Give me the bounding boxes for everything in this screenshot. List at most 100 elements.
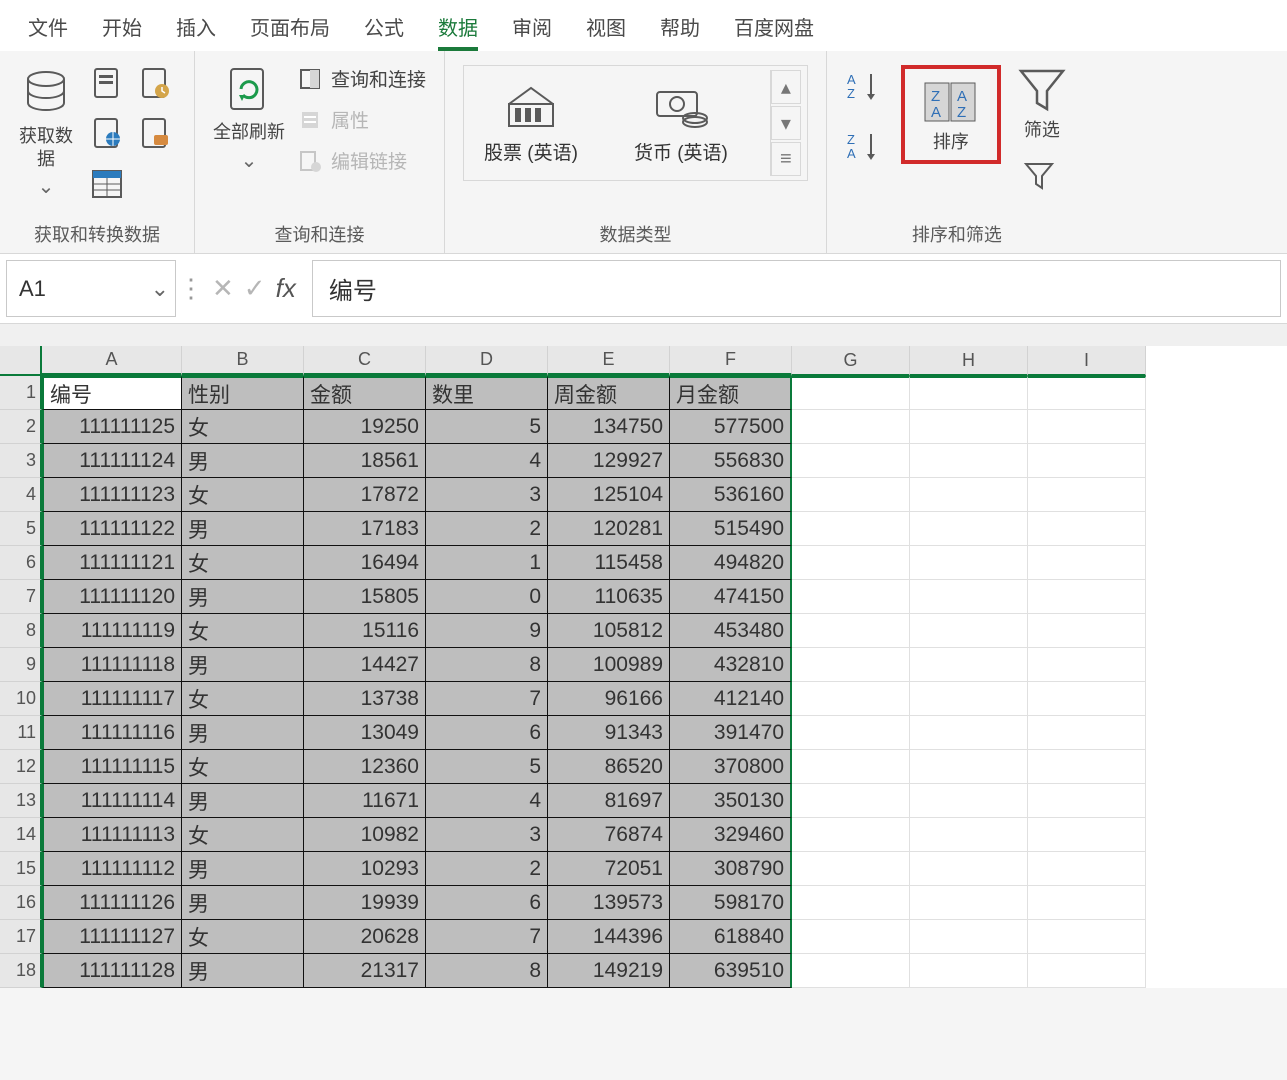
cell-F3[interactable]: 556830 [670, 444, 792, 478]
cell-I11[interactable] [1028, 716, 1146, 750]
cell-H10[interactable] [910, 682, 1028, 716]
filter-button[interactable]: 筛选 [1015, 65, 1069, 142]
cell-F16[interactable]: 598170 [670, 886, 792, 920]
cell-I16[interactable] [1028, 886, 1146, 920]
cell-D4[interactable]: 3 [426, 478, 548, 512]
col-header-G[interactable]: G [792, 346, 910, 376]
cell-H17[interactable] [910, 920, 1028, 954]
from-text-icon[interactable] [88, 65, 126, 103]
cell-I3[interactable] [1028, 444, 1146, 478]
cell-B14[interactable]: 女 [182, 818, 304, 852]
row-header-1[interactable]: 1 [0, 376, 42, 410]
row-header-8[interactable]: 8 [0, 614, 42, 648]
cell-H16[interactable] [910, 886, 1028, 920]
formula-input[interactable]: 编号 [312, 260, 1281, 317]
cell-H13[interactable] [910, 784, 1028, 818]
row-header-4[interactable]: 4 [0, 478, 42, 512]
cell-A13[interactable]: 111111114 [42, 784, 182, 818]
sort-dialog-button[interactable]: ZAAZ 排序 [901, 65, 1001, 164]
menu-开始[interactable]: 开始 [102, 12, 142, 41]
cell-G14[interactable] [792, 818, 910, 852]
cell-E4[interactable]: 125104 [548, 478, 670, 512]
get-data-button[interactable]: 获取数 据 ⌄ [18, 65, 74, 199]
cell-G6[interactable] [792, 546, 910, 580]
cell-C9[interactable]: 14427 [304, 648, 426, 682]
refresh-all-button[interactable]: 全部刷新 ⌄ [213, 65, 285, 173]
cell-A5[interactable]: 111111122 [42, 512, 182, 546]
cell-C2[interactable]: 19250 [304, 410, 426, 444]
cell-I14[interactable] [1028, 818, 1146, 852]
cell-F12[interactable]: 370800 [670, 750, 792, 784]
cell-D11[interactable]: 6 [426, 716, 548, 750]
cell-A14[interactable]: 111111113 [42, 818, 182, 852]
cell-G4[interactable] [792, 478, 910, 512]
cell-C16[interactable]: 19939 [304, 886, 426, 920]
cancel-formula-icon[interactable]: ✕ [212, 273, 234, 304]
row-header-16[interactable]: 16 [0, 886, 42, 920]
cell-D3[interactable]: 4 [426, 444, 548, 478]
cell-F13[interactable]: 350130 [670, 784, 792, 818]
cell-D8[interactable]: 9 [426, 614, 548, 648]
cell-H11[interactable] [910, 716, 1028, 750]
cell-B13[interactable]: 男 [182, 784, 304, 818]
cell-I15[interactable] [1028, 852, 1146, 886]
row-header-10[interactable]: 10 [0, 682, 42, 716]
cell-A9[interactable]: 111111118 [42, 648, 182, 682]
cell-A17[interactable]: 111111127 [42, 920, 182, 954]
cell-E8[interactable]: 105812 [548, 614, 670, 648]
row-header-6[interactable]: 6 [0, 546, 42, 580]
cell-G1[interactable] [792, 376, 910, 410]
cell-H6[interactable] [910, 546, 1028, 580]
row-header-17[interactable]: 17 [0, 920, 42, 954]
cell-D6[interactable]: 1 [426, 546, 548, 580]
row-header-15[interactable]: 15 [0, 852, 42, 886]
properties-button[interactable]: 属性 [299, 106, 426, 133]
select-all-corner[interactable] [0, 346, 42, 376]
cell-I10[interactable] [1028, 682, 1146, 716]
cell-E2[interactable]: 134750 [548, 410, 670, 444]
menu-数据[interactable]: 数据 [438, 12, 478, 41]
cell-F14[interactable]: 329460 [670, 818, 792, 852]
sort-asc-button[interactable]: AZ [845, 65, 887, 107]
cell-B17[interactable]: 女 [182, 920, 304, 954]
cell-B6[interactable]: 女 [182, 546, 304, 580]
cell-I13[interactable] [1028, 784, 1146, 818]
cell-H5[interactable] [910, 512, 1028, 546]
cell-F2[interactable]: 577500 [670, 410, 792, 444]
cell-F15[interactable]: 308790 [670, 852, 792, 886]
from-web-icon[interactable] [88, 115, 126, 153]
cell-G3[interactable] [792, 444, 910, 478]
cell-D16[interactable]: 6 [426, 886, 548, 920]
name-box[interactable]: A1 ⌄ [6, 260, 176, 317]
cell-A2[interactable]: 111111125 [42, 410, 182, 444]
cell-G9[interactable] [792, 648, 910, 682]
cell-C8[interactable]: 15116 [304, 614, 426, 648]
cell-C1[interactable]: 金额 [304, 376, 426, 410]
col-header-D[interactable]: D [426, 346, 548, 376]
cell-F1[interactable]: 月金额 [670, 376, 792, 410]
cell-E3[interactable]: 129927 [548, 444, 670, 478]
cell-I18[interactable] [1028, 954, 1146, 988]
cell-F6[interactable]: 494820 [670, 546, 792, 580]
recent-sources-icon[interactable] [136, 65, 174, 103]
sort-desc-button[interactable]: ZA [845, 125, 887, 167]
cell-B15[interactable]: 男 [182, 852, 304, 886]
advanced-filter-icon[interactable] [1022, 160, 1062, 192]
cell-B4[interactable]: 女 [182, 478, 304, 512]
cell-E11[interactable]: 91343 [548, 716, 670, 750]
cell-A12[interactable]: 111111115 [42, 750, 182, 784]
cell-G12[interactable] [792, 750, 910, 784]
col-header-I[interactable]: I [1028, 346, 1146, 376]
cell-E10[interactable]: 96166 [548, 682, 670, 716]
cell-F18[interactable]: 639510 [670, 954, 792, 988]
cell-D7[interactable]: 0 [426, 580, 548, 614]
row-header-9[interactable]: 9 [0, 648, 42, 682]
cell-C10[interactable]: 13738 [304, 682, 426, 716]
cell-E15[interactable]: 72051 [548, 852, 670, 886]
cell-G16[interactable] [792, 886, 910, 920]
row-header-5[interactable]: 5 [0, 512, 42, 546]
cell-F10[interactable]: 412140 [670, 682, 792, 716]
cell-I9[interactable] [1028, 648, 1146, 682]
menu-文件[interactable]: 文件 [28, 12, 68, 41]
cell-B10[interactable]: 女 [182, 682, 304, 716]
